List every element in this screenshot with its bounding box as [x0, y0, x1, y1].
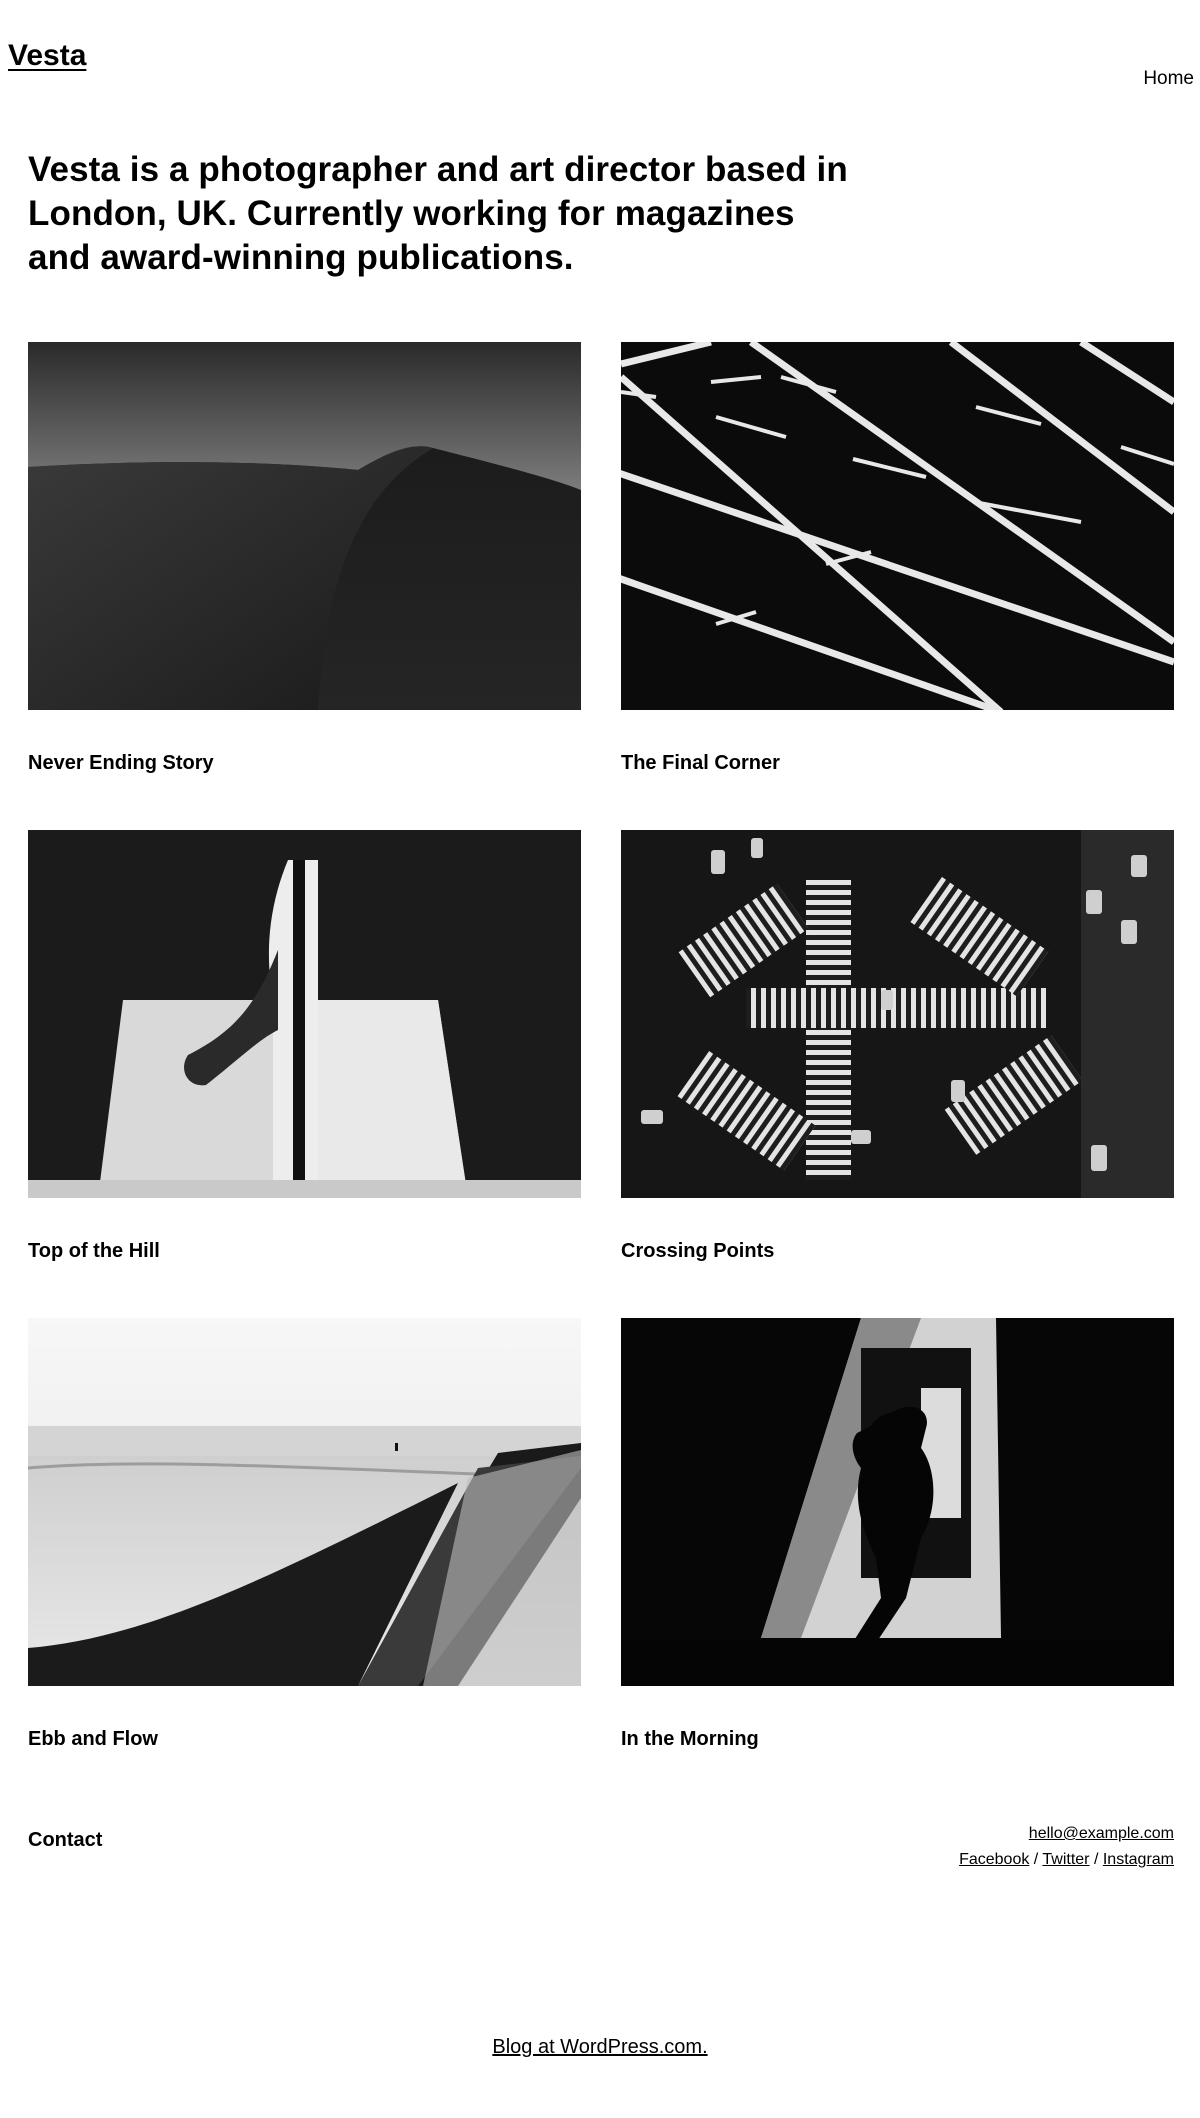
social-separator: /: [1029, 1851, 1043, 1868]
project-title[interactable]: Top of the Hill: [28, 1239, 160, 1263]
project-image-link[interactable]: [28, 830, 581, 1198]
project-card: The Final Corner: [621, 342, 1174, 774]
site-title: Vesta: [8, 39, 86, 72]
project-title[interactable]: Ebb and Flow: [28, 1727, 158, 1751]
contact-links: hello@example.com Facebook / Twitter / I…: [959, 1821, 1174, 1873]
nav-item-home[interactable]: Home: [1143, 68, 1194, 89]
project-card: Never Ending Story: [28, 342, 581, 774]
project-title[interactable]: Never Ending Story: [28, 751, 214, 775]
contact-heading: Contact: [28, 1829, 103, 1851]
project-card: Ebb and Flow: [28, 1318, 581, 1750]
street-crossing-aerial-photo: [621, 830, 1174, 1198]
social-separator: /: [1089, 1851, 1103, 1868]
project-title[interactable]: Crossing Points: [621, 1239, 774, 1263]
project-title[interactable]: The Final Corner: [621, 751, 780, 775]
project-image-link[interactable]: [621, 1318, 1174, 1686]
white-building-photo: [28, 830, 581, 1198]
intro-text: Vesta is a photographer and art director…: [28, 150, 848, 277]
project-title[interactable]: In the Morning: [621, 1727, 759, 1751]
project-card: Crossing Points: [621, 830, 1174, 1262]
silhouette-walker-photo: [621, 1318, 1174, 1686]
facebook-link[interactable]: Facebook: [959, 1851, 1029, 1868]
twitter-link[interactable]: Twitter: [1042, 1851, 1089, 1868]
email-link[interactable]: hello@example.com: [1029, 1825, 1174, 1842]
project-card: Top of the Hill: [28, 830, 581, 1262]
project-image-link[interactable]: [28, 1318, 581, 1686]
social-links: Facebook / Twitter / Instagram: [959, 1847, 1174, 1873]
instagram-link[interactable]: Instagram: [1103, 1851, 1174, 1868]
project-card: In the Morning: [621, 1318, 1174, 1750]
site-title-link[interactable]: Vesta: [8, 39, 86, 72]
main-navigation: Home: [1143, 68, 1194, 90]
desert-dune-photo: [28, 342, 581, 710]
project-image-link[interactable]: [621, 342, 1174, 710]
project-image-link[interactable]: [621, 830, 1174, 1198]
site-footer: Blog at WordPress.com.: [0, 2036, 1200, 2059]
project-image-link[interactable]: [28, 342, 581, 710]
wordpress-credit-link[interactable]: Blog at WordPress.com.: [492, 2036, 707, 2058]
parking-lines-photo: [621, 342, 1174, 710]
beach-tide-photo: [28, 1318, 581, 1686]
